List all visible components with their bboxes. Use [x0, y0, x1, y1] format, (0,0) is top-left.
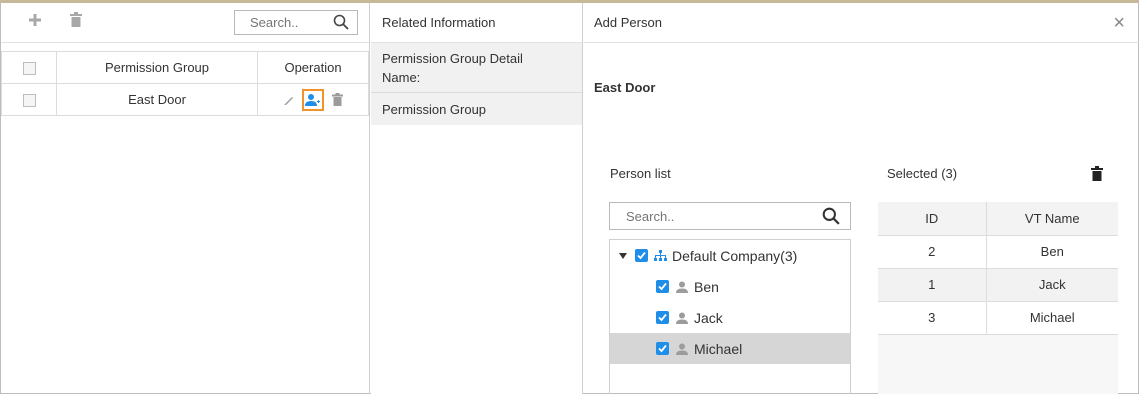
group-detail-item[interactable]: Permission Group Detail Name: [371, 43, 582, 93]
person-icon [675, 312, 689, 324]
selected-label: Selected (3) [887, 166, 958, 181]
tree-node-person[interactable]: Ben [610, 271, 850, 302]
window-frame: Permission Group Operation East Door [0, 0, 1139, 394]
related-info-title: Related Information [371, 3, 582, 43]
close-icon[interactable]: × [1113, 3, 1125, 43]
search-icon[interactable] [333, 14, 349, 30]
column-header-vt-name: VT Name [986, 202, 1118, 236]
org-icon [654, 249, 667, 262]
name-cell: Michael [986, 301, 1118, 335]
person-tree: Default Company(3) Ben Jack Michael [609, 239, 851, 394]
delete-row-icon[interactable] [328, 91, 346, 109]
person-label: Michael [694, 340, 743, 357]
name-cell: Ben [986, 235, 1118, 269]
add-person-header: Add Person × [584, 3, 1139, 43]
tree-node-person-selected[interactable]: Michael [610, 333, 850, 364]
column-header-id: ID [878, 202, 987, 236]
person-icon [675, 281, 689, 293]
group-detail-label: Permission Group Detail [382, 51, 523, 66]
person-label: Jack [694, 309, 723, 326]
person-label: Ben [694, 278, 719, 295]
row-checkbox[interactable] [22, 94, 36, 108]
id-cell: 3 [878, 301, 987, 335]
selected-table: ID VT Name 2 Ben 1 Jack 3 Michael [878, 202, 1118, 335]
company-checkbox[interactable] [635, 249, 648, 262]
group-search[interactable] [234, 10, 358, 35]
person-icon [675, 343, 689, 355]
delete-selected-icon[interactable] [1091, 166, 1105, 182]
add-icon[interactable] [26, 12, 44, 30]
column-header-operation: Operation [257, 51, 369, 84]
person-list-label: Person list [610, 166, 671, 181]
id-cell: 1 [878, 268, 987, 302]
permission-group-table: Permission Group Operation East Door [1, 51, 369, 116]
tree-node-person[interactable]: Jack [610, 302, 850, 333]
person-checkbox[interactable] [656, 311, 669, 324]
column-header-group: Permission Group [56, 51, 258, 84]
search-icon[interactable] [822, 207, 840, 225]
id-cell: 2 [878, 235, 987, 269]
select-all-cell [1, 51, 57, 84]
collapse-caret-icon[interactable] [619, 252, 627, 259]
delete-icon[interactable] [67, 12, 85, 30]
permission-group-item[interactable]: Permission Group [371, 93, 582, 125]
table-header-row: Permission Group Operation [1, 51, 369, 84]
person-search[interactable] [609, 202, 851, 230]
table-row[interactable]: 2 Ben [878, 235, 1118, 269]
company-label: Default Company(3) [672, 247, 798, 264]
select-all-checkbox[interactable] [22, 62, 36, 76]
group-name: East Door [594, 80, 656, 95]
name-cell: Jack [986, 268, 1118, 302]
group-name-cell: East Door [56, 83, 258, 116]
tree-node-company[interactable]: Default Company(3) [610, 240, 850, 271]
person-search-input[interactable] [610, 203, 810, 229]
person-checkbox[interactable] [656, 342, 669, 355]
add-person-icon[interactable] [302, 88, 324, 111]
add-person-title: Add Person [594, 15, 662, 30]
permission-group-panel: Permission Group Operation East Door [1, 3, 370, 394]
table-row[interactable]: East Door [1, 83, 369, 116]
edit-icon[interactable] [280, 91, 298, 109]
left-toolbar [1, 3, 369, 43]
add-person-panel: Add Person × East Door Person list Defau… [584, 3, 1139, 394]
selected-header-row: ID VT Name [878, 202, 1118, 236]
table-row[interactable]: 1 Jack [878, 268, 1118, 302]
group-search-input[interactable] [235, 11, 325, 34]
row-checkbox-cell [1, 83, 57, 116]
person-checkbox[interactable] [656, 280, 669, 293]
name-label: Name: [382, 70, 421, 85]
table-row[interactable]: 3 Michael [878, 301, 1118, 335]
operation-cell [257, 83, 369, 116]
related-info-panel: Related Information Permission Group Det… [371, 3, 583, 394]
